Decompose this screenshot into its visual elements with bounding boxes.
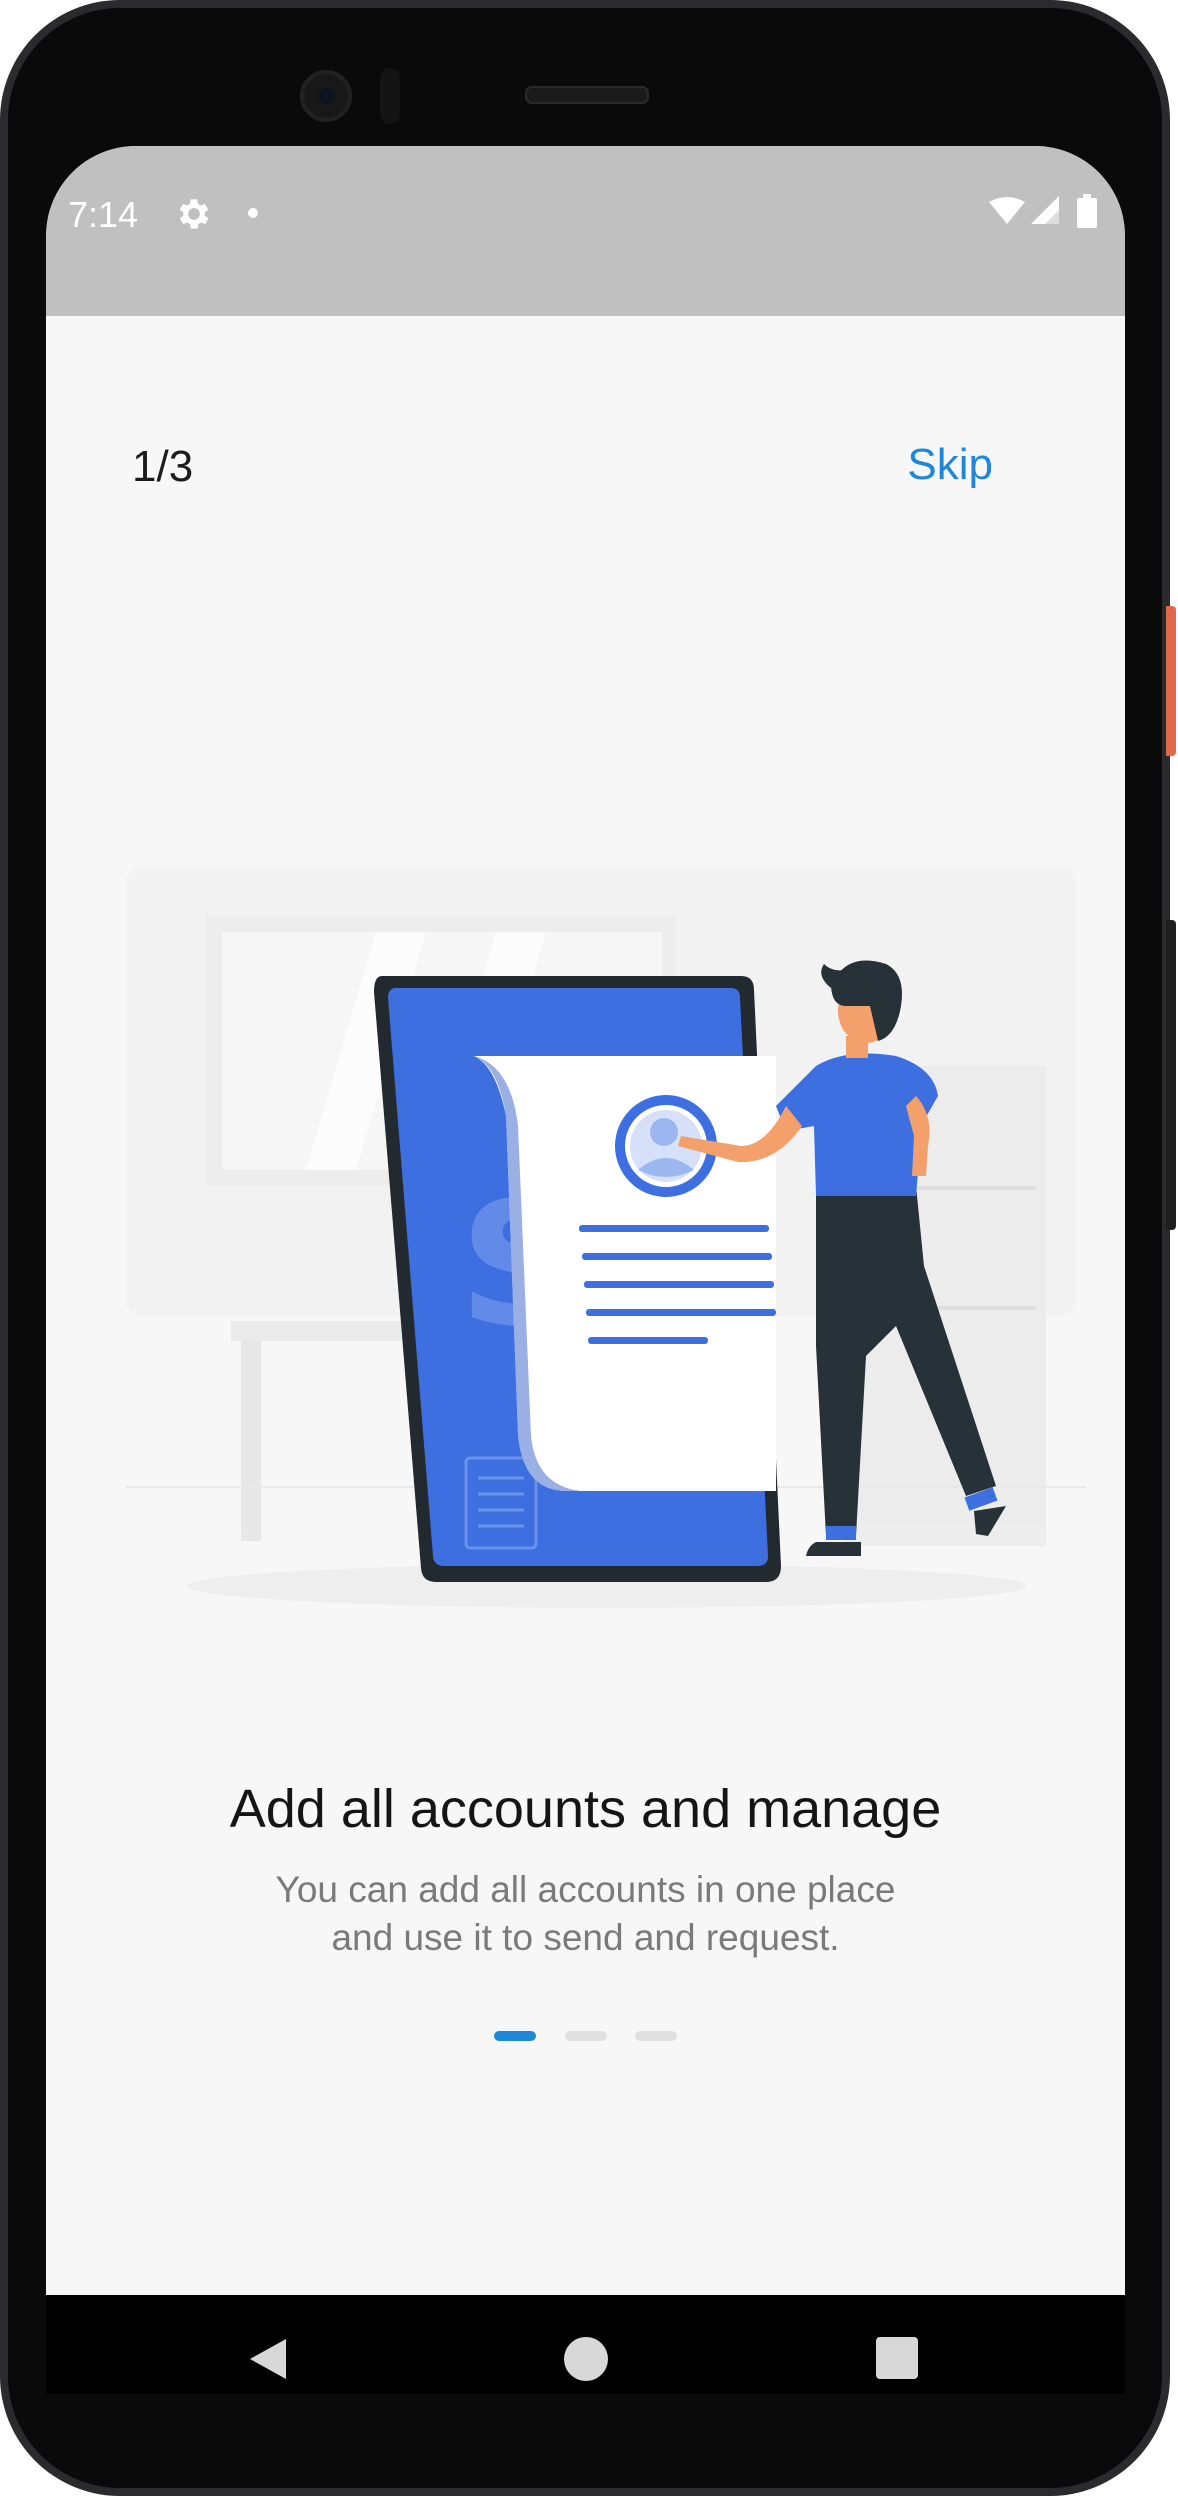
recents-icon[interactable] [876, 2337, 918, 2379]
power-button [1166, 606, 1176, 756]
page-dot[interactable] [634, 2031, 677, 2041]
status-time: 7:14 [68, 194, 139, 235]
proximity-sensor [380, 68, 400, 124]
wifi-icon [989, 197, 1025, 224]
back-icon[interactable] [246, 2337, 290, 2381]
battery-icon [1077, 198, 1097, 228]
subtitle-line-2: and use it to send and request. [331, 1917, 840, 1958]
step-counter: 1/3 [132, 442, 194, 491]
status-bar: 7:14 [46, 146, 1125, 316]
onboarding-title: Add all accounts and manage [229, 1779, 942, 1839]
page-indicator [46, 2028, 1125, 2041]
screen: 7:14 1/3 Skip Add all accounts and manag… [46, 146, 1125, 2394]
page-dot-active[interactable] [494, 2031, 537, 2041]
gear-icon [179, 199, 209, 229]
earpiece-speaker [525, 86, 649, 104]
page-dot[interactable] [564, 2031, 607, 2041]
notification-dot [248, 208, 258, 218]
subtitle-line-1: You can add all accounts in one place [275, 1869, 896, 1910]
skip-button[interactable]: Skip [907, 440, 993, 490]
navigation-bar [46, 2295, 1125, 2394]
home-icon[interactable] [564, 2337, 608, 2381]
status-icons [989, 194, 1097, 228]
front-camera [300, 70, 352, 122]
onboarding-subtitle: You can add all accounts in one place an… [46, 1866, 1125, 1962]
volume-button [1166, 920, 1176, 1230]
document-graphic-icon [474, 1056, 776, 1491]
onboarding-illustration: $ [126, 866, 1086, 1608]
